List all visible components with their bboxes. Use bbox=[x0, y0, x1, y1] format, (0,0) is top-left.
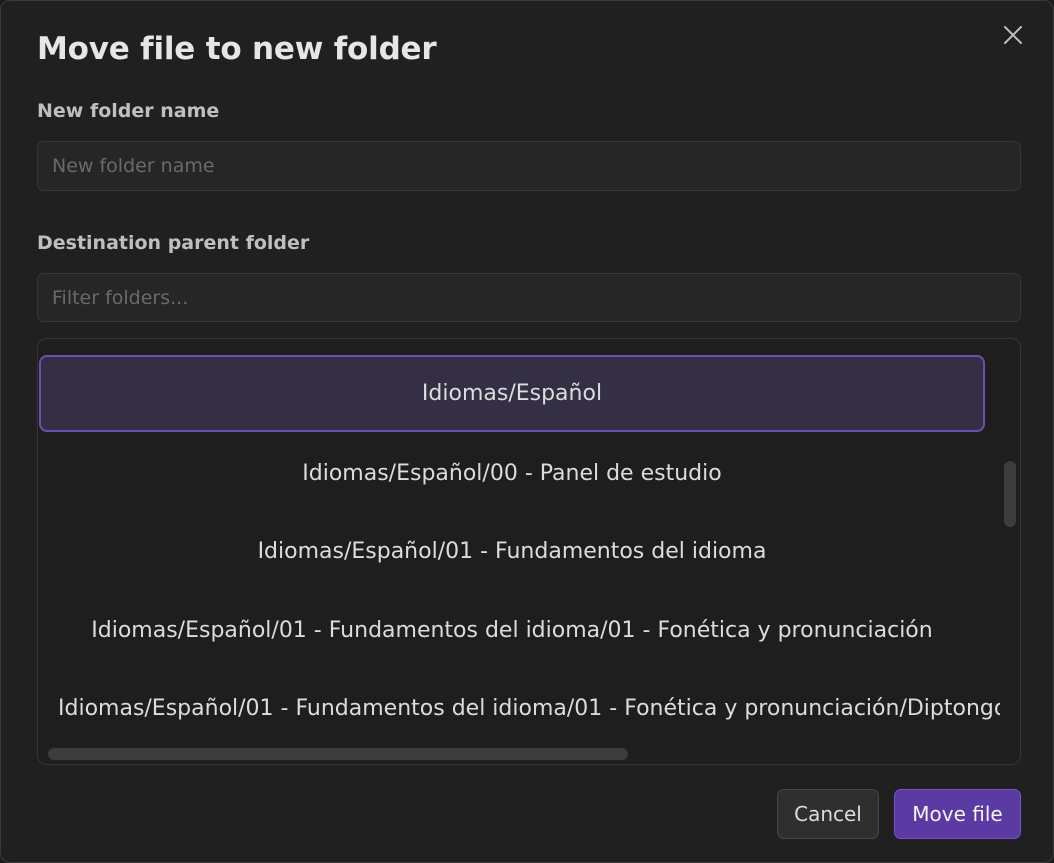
new-folder-name-input[interactable] bbox=[37, 141, 1021, 191]
cancel-button[interactable]: Cancel bbox=[777, 789, 879, 839]
dialog-title: Move file to new folder bbox=[37, 31, 437, 67]
move-file-button[interactable]: Move file bbox=[894, 789, 1021, 839]
filter-folders-input[interactable] bbox=[37, 273, 1021, 322]
horizontal-scrollbar[interactable] bbox=[48, 748, 628, 760]
vertical-scrollbar[interactable] bbox=[1004, 461, 1016, 527]
folder-option[interactable]: Idiomas/Español/01 - Fundamentos del idi… bbox=[38, 591, 986, 669]
new-folder-label: New folder name bbox=[37, 100, 220, 122]
close-icon bbox=[1004, 26, 1022, 44]
folder-option-selected[interactable]: Idiomas/Español bbox=[39, 355, 985, 432]
folder-option[interactable]: Idiomas/Español/01 - Fundamentos del idi… bbox=[38, 669, 1000, 747]
move-file-dialog: Move file to new folder New folder name … bbox=[0, 0, 1054, 863]
destination-folder-label: Destination parent folder bbox=[37, 232, 310, 254]
close-button[interactable] bbox=[997, 19, 1029, 51]
folder-list[interactable]: Idiomas/Español Idiomas/Español/00 - Pan… bbox=[37, 338, 1021, 765]
folder-option[interactable]: Idiomas/Español/00 - Panel de estudio bbox=[38, 434, 986, 512]
folder-option[interactable]: Idiomas/Español/01 - Fundamentos del idi… bbox=[38, 512, 986, 590]
